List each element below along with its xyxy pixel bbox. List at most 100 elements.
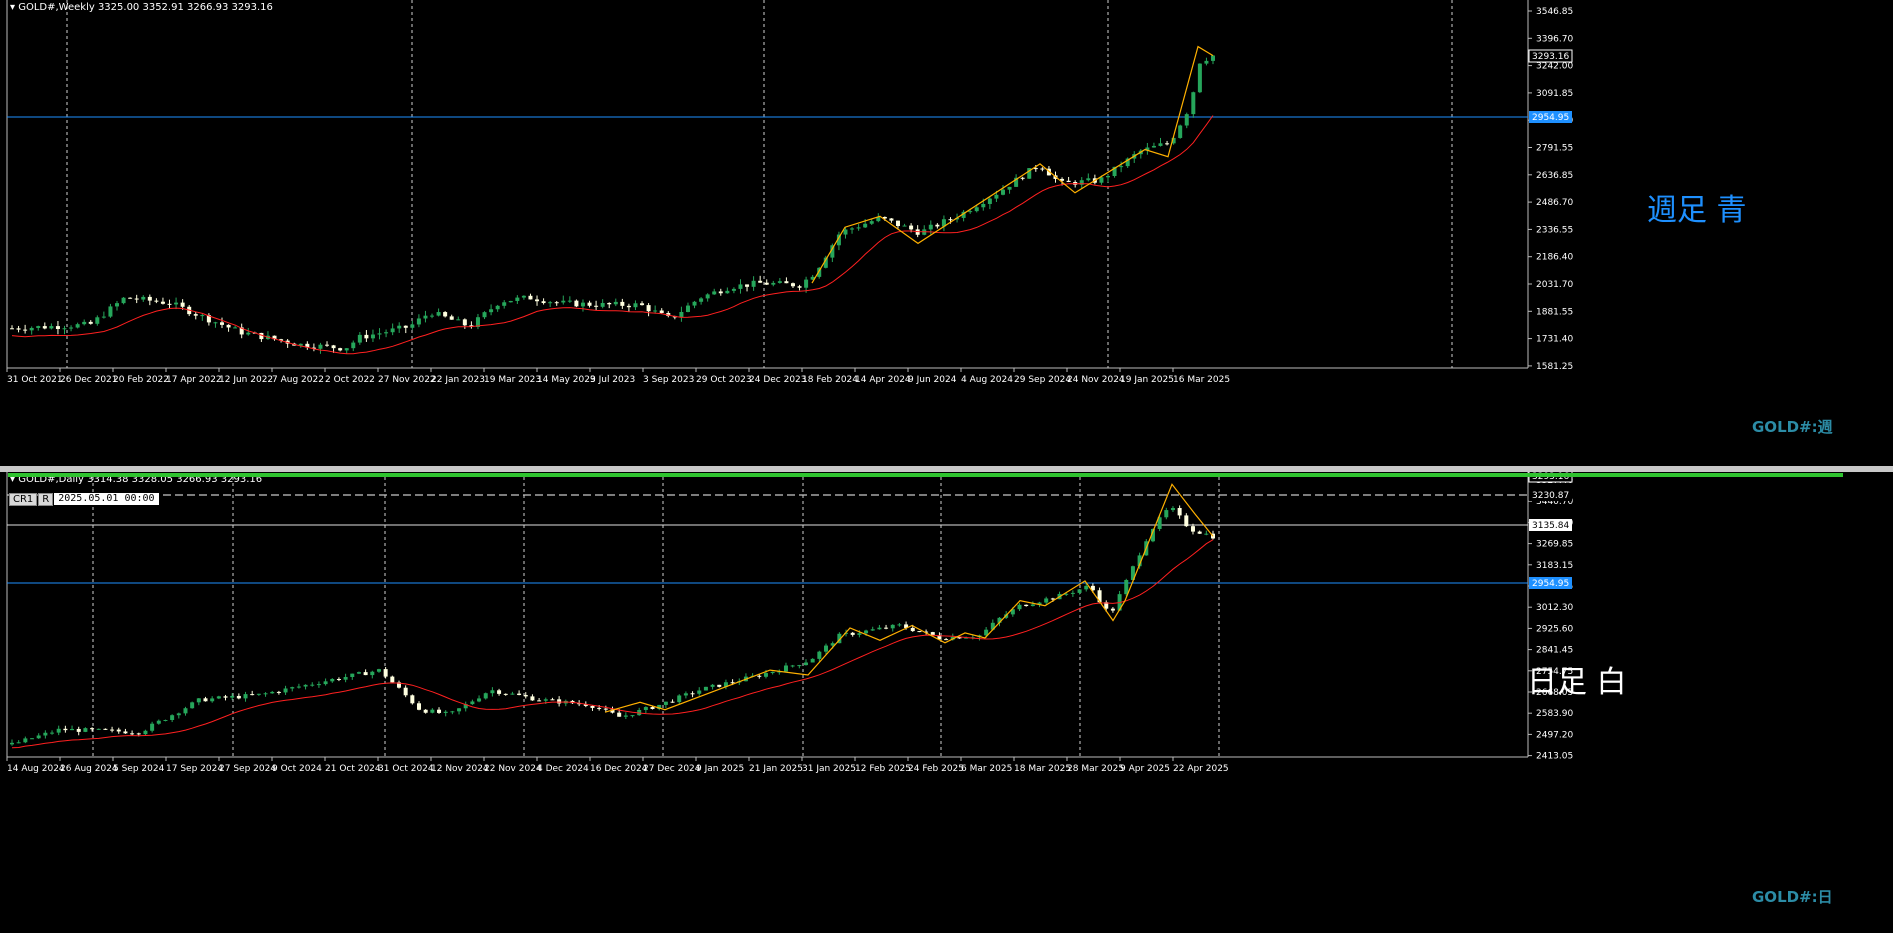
price-label: 3012.30 (1536, 603, 1573, 613)
candle-body (870, 629, 875, 631)
price-label: 3546.85 (1536, 7, 1573, 17)
candle-body (541, 301, 546, 304)
date-label: 2 Oct 2022 (325, 375, 375, 385)
candle-body (141, 296, 146, 300)
candle-body (543, 699, 548, 701)
candle-body (200, 315, 205, 317)
candle-body (712, 291, 717, 295)
candle-body (1124, 579, 1129, 595)
candle-body (95, 317, 100, 324)
candle-body (236, 695, 241, 699)
candle-body (587, 302, 592, 306)
candle-body (436, 312, 441, 316)
candle-body (517, 693, 522, 696)
candle-body (403, 687, 408, 696)
candle-body (143, 730, 148, 735)
candle-body (30, 738, 35, 740)
candle-body (1178, 125, 1183, 138)
candle-body (70, 728, 75, 731)
candle-body (416, 318, 421, 325)
candle-body (1119, 166, 1124, 168)
candle-body (1184, 515, 1189, 527)
weekly-chart-canvas[interactable]: 3546.853396.703242.003091.852941.702791.… (0, 0, 1893, 466)
candle-body (1165, 143, 1170, 145)
candle-body (489, 309, 494, 313)
date-label: 22 Jan 2023 (431, 375, 485, 385)
candle-body (810, 658, 815, 663)
moving-average-line (11, 115, 1214, 355)
candle-body (423, 315, 428, 319)
candle-body (10, 328, 14, 330)
date-label: 9 Apr 2025 (1120, 764, 1170, 774)
candle-body (528, 295, 533, 300)
candle-body (55, 326, 60, 330)
candle-body (763, 673, 768, 677)
candle-body (110, 729, 115, 731)
candle-body (183, 708, 188, 714)
candle-body (180, 302, 185, 307)
date-label: 9 Jan 2025 (696, 764, 744, 774)
price-label: 2583.90 (1536, 709, 1573, 719)
candle-body (987, 198, 992, 204)
candle-body (423, 709, 428, 713)
candle-body (82, 321, 87, 325)
candle-body (633, 303, 638, 308)
date-label: 21 Jan 2025 (749, 764, 803, 774)
date-label: 24 Dec 2023 (749, 375, 807, 385)
candle-body (437, 709, 442, 713)
candle-body (376, 669, 381, 672)
candle-body (974, 207, 979, 212)
dropdown-arrow-icon[interactable]: ▾ (10, 2, 15, 13)
daily-chart-canvas[interactable]: 3527.403440.703354.003269.853183.153096.… (0, 472, 1893, 933)
candle-body (190, 702, 195, 709)
candle-body (1204, 533, 1209, 535)
candle-body (29, 327, 34, 331)
candle-body (620, 301, 625, 306)
candle-body (357, 334, 362, 343)
candle-body (690, 693, 695, 695)
r-button[interactable]: R (38, 492, 54, 506)
candle-body (128, 297, 133, 299)
date-label: 9 Jul 2023 (590, 375, 635, 385)
candle-body (318, 344, 323, 349)
date-label: 12 Nov 2024 (431, 764, 489, 774)
weekly-symbol-label: GOLD#:週 (1752, 418, 1833, 436)
date-label: 24 Nov 2024 (1067, 375, 1125, 385)
daily-white-line-price-text: 3135.84 (1532, 521, 1569, 531)
candle-body (42, 326, 47, 329)
cr1-button[interactable]: CR1 (9, 492, 38, 506)
date-label: 19 Mar 2023 (484, 375, 541, 385)
candle-body (50, 732, 55, 734)
candle-body (574, 300, 579, 307)
candle-body (147, 296, 152, 301)
candle-body (156, 720, 161, 724)
daily-chart-pane[interactable]: 3527.403440.703354.003269.853183.153096.… (0, 472, 1893, 933)
candle-body (554, 302, 559, 304)
candle-body (557, 699, 562, 704)
date-label: 18 Feb 2024 (802, 375, 858, 385)
candle-body (36, 326, 41, 328)
candle-body (462, 319, 467, 326)
candle-body (216, 696, 221, 699)
candle-body (457, 708, 462, 712)
candle-body (994, 194, 999, 199)
candle-body (103, 728, 108, 730)
candle-body (290, 687, 295, 689)
candle-body (503, 693, 508, 695)
candle-body (90, 728, 95, 730)
candle-body (246, 332, 251, 335)
candle-body (497, 690, 502, 694)
date-label: 31 Oct 2021 (7, 375, 63, 385)
candle-body (857, 633, 862, 635)
date-label: 6 Mar 2025 (961, 764, 1012, 774)
candle-body (210, 698, 215, 702)
weekly-chart-pane[interactable]: 3546.853396.703242.003091.852941.702791.… (0, 0, 1893, 466)
candle-body (510, 693, 515, 695)
candle-body (600, 302, 605, 307)
candle-body (1105, 176, 1110, 178)
candle-body (515, 297, 520, 301)
candle-body (1191, 92, 1196, 115)
date-label: 26 Aug 2024 (60, 764, 118, 774)
candle-body (377, 333, 382, 335)
date-label: 5 Sep 2024 (113, 764, 165, 774)
